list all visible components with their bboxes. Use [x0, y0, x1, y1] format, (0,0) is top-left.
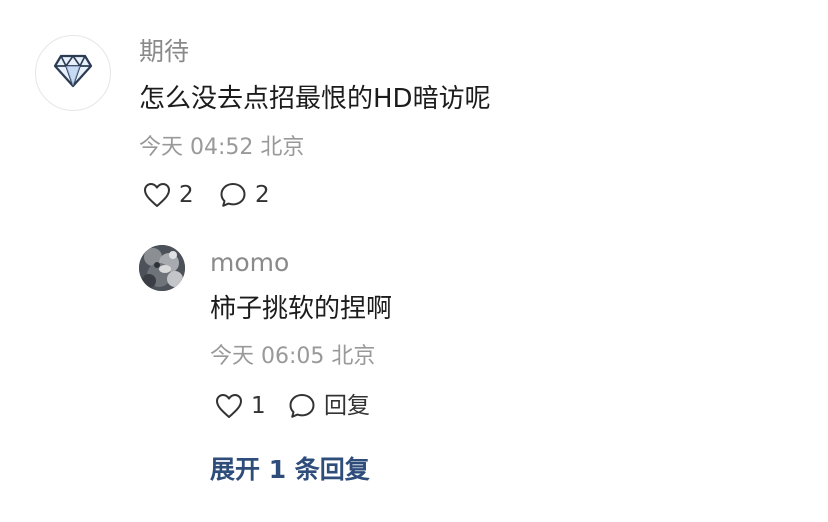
heart-icon [143, 182, 171, 208]
comment-meta: 今天 04:52 北京 [139, 135, 305, 160]
reply-meta: 今天 06:05 北京 [210, 344, 376, 369]
diamond-icon [53, 53, 93, 93]
comment-username[interactable]: 期待 [139, 39, 189, 64]
comment-reply-button[interactable]: 2 [219, 182, 270, 208]
user-avatar-photo [139, 245, 185, 291]
heart-icon [215, 393, 243, 419]
comment-avatar[interactable] [35, 35, 111, 111]
comment-like-count: 2 [179, 181, 194, 208]
reply-username[interactable]: momo [210, 250, 289, 275]
reply-reply-button[interactable]: 回复 [288, 393, 370, 419]
comment-text: 怎么没去点招最恨的HD暗访呢 [139, 84, 491, 114]
reply-reply-label: 回复 [324, 392, 370, 419]
reply-text: 柿子挑软的捏啊 [210, 294, 393, 324]
expand-replies-link[interactable]: 展开 1 条回复 [210, 457, 370, 482]
reply-avatar[interactable] [139, 245, 185, 291]
reply-like-count: 1 [251, 392, 266, 419]
speech-bubble-icon [219, 182, 247, 208]
comment-like-button[interactable]: 2 [143, 182, 194, 208]
comment-reply-count: 2 [255, 181, 270, 208]
reply-like-button[interactable]: 1 [215, 393, 266, 419]
speech-bubble-icon [288, 393, 316, 419]
